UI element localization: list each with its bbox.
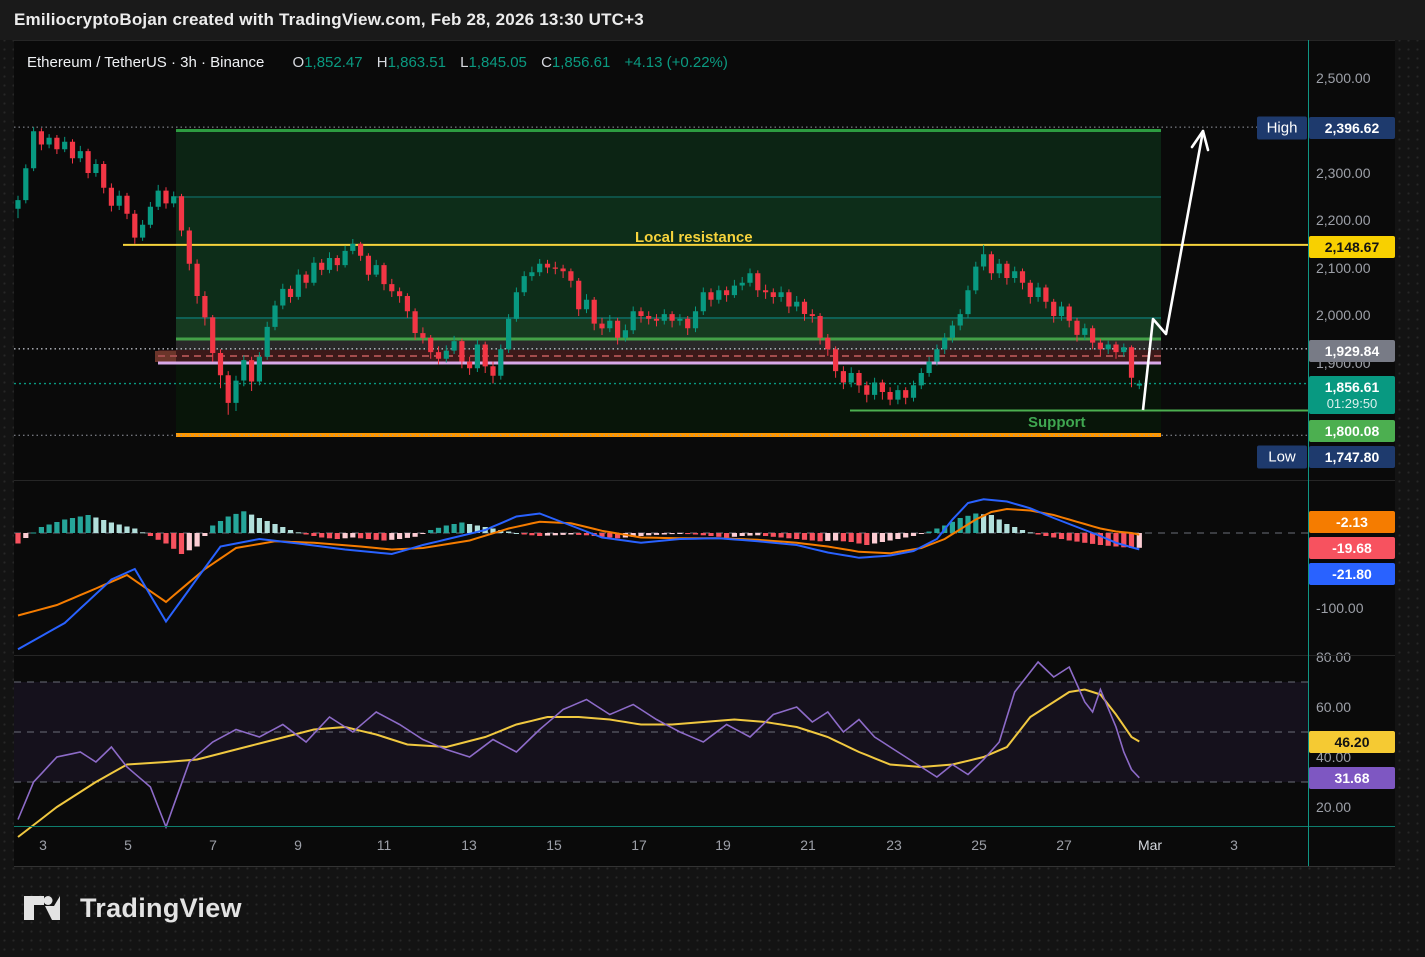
time-tick: 21 xyxy=(800,837,816,853)
support-label[interactable]: Support xyxy=(1028,414,1086,431)
price-badge: 1,929.84 xyxy=(1309,340,1395,362)
price-badge: 1,856.6101:29:50 xyxy=(1309,376,1395,414)
tradingview-screenshot: { "watermark": "EmiliocryptoBojan create… xyxy=(0,0,1425,957)
rsi-tick: 60.00 xyxy=(1316,699,1351,715)
open-label: O xyxy=(293,54,305,71)
low-value: 1,845.05 xyxy=(469,54,527,71)
rsi-tick: 20.00 xyxy=(1316,799,1351,815)
countdown-timer: 01:29:50 xyxy=(1309,396,1395,411)
time-tick: 27 xyxy=(1056,837,1072,853)
time-tick: 3 xyxy=(1230,837,1238,853)
price-badge: 2,396.62 xyxy=(1309,117,1395,139)
time-tick: Mar xyxy=(1138,837,1162,853)
time-axis-border xyxy=(14,826,1395,827)
tradingview-logo[interactable]: TradingView xyxy=(22,888,242,928)
price-chart-canvas[interactable] xyxy=(0,0,1425,957)
time-tick: 23 xyxy=(886,837,902,853)
time-tick: 19 xyxy=(715,837,731,853)
tradingview-logo-icon xyxy=(22,888,66,928)
price-tick: 2,000.00 xyxy=(1316,307,1371,323)
time-tick: 25 xyxy=(971,837,987,853)
pane-separator-top xyxy=(14,40,1395,41)
time-tick: 7 xyxy=(209,837,217,853)
rsi-tick: 80.00 xyxy=(1316,649,1351,665)
price-side-label: Low xyxy=(1257,446,1307,469)
time-tick: 15 xyxy=(546,837,562,853)
symbol-header[interactable]: Ethereum / TetherUS · 3h · Binance O1,85… xyxy=(27,54,728,71)
time-tick: 13 xyxy=(461,837,477,853)
chart-bottom-border xyxy=(14,866,1395,867)
high-label: H xyxy=(377,54,388,71)
pane-separator-rsi[interactable] xyxy=(14,655,1395,656)
time-tick: 5 xyxy=(124,837,132,853)
high-value: 1,863.51 xyxy=(388,54,446,71)
price-tick: 2,500.00 xyxy=(1316,70,1371,86)
low-label: L xyxy=(460,54,468,71)
close-label: C xyxy=(541,54,552,71)
change-value: +4.13 (+0.22%) xyxy=(624,54,727,71)
macd-badge: -2.13 xyxy=(1309,511,1395,533)
price-tick: 2,200.00 xyxy=(1316,212,1371,228)
time-tick: 3 xyxy=(39,837,47,853)
price-badge: 2,148.67 xyxy=(1309,236,1395,258)
price-badge: 1,747.80 xyxy=(1309,446,1395,468)
local-resistance-label[interactable]: Local resistance xyxy=(635,229,753,246)
time-tick: 11 xyxy=(377,837,392,853)
price-tick: 2,300.00 xyxy=(1316,165,1371,181)
price-axis-border xyxy=(1308,40,1309,866)
rsi-badge: 31.68 xyxy=(1309,767,1395,789)
macd-badge: -21.80 xyxy=(1309,563,1395,585)
price-tick: 2,100.00 xyxy=(1316,260,1371,276)
pane-separator-macd[interactable] xyxy=(14,480,1395,481)
time-tick: 9 xyxy=(294,837,302,853)
close-value: 1,856.61 xyxy=(552,54,610,71)
price-side-label: High xyxy=(1257,117,1307,140)
open-value: 1,852.47 xyxy=(304,54,362,71)
rsi-badge: 46.20 xyxy=(1309,731,1395,753)
macd-tick: -100.00 xyxy=(1316,600,1363,616)
time-tick: 17 xyxy=(631,837,647,853)
macd-badge: -19.68 xyxy=(1309,537,1395,559)
price-badge: 1,800.08 xyxy=(1309,420,1395,442)
symbol-title[interactable]: Ethereum / TetherUS · 3h · Binance xyxy=(27,54,264,71)
tradingview-logo-text: TradingView xyxy=(80,893,242,924)
